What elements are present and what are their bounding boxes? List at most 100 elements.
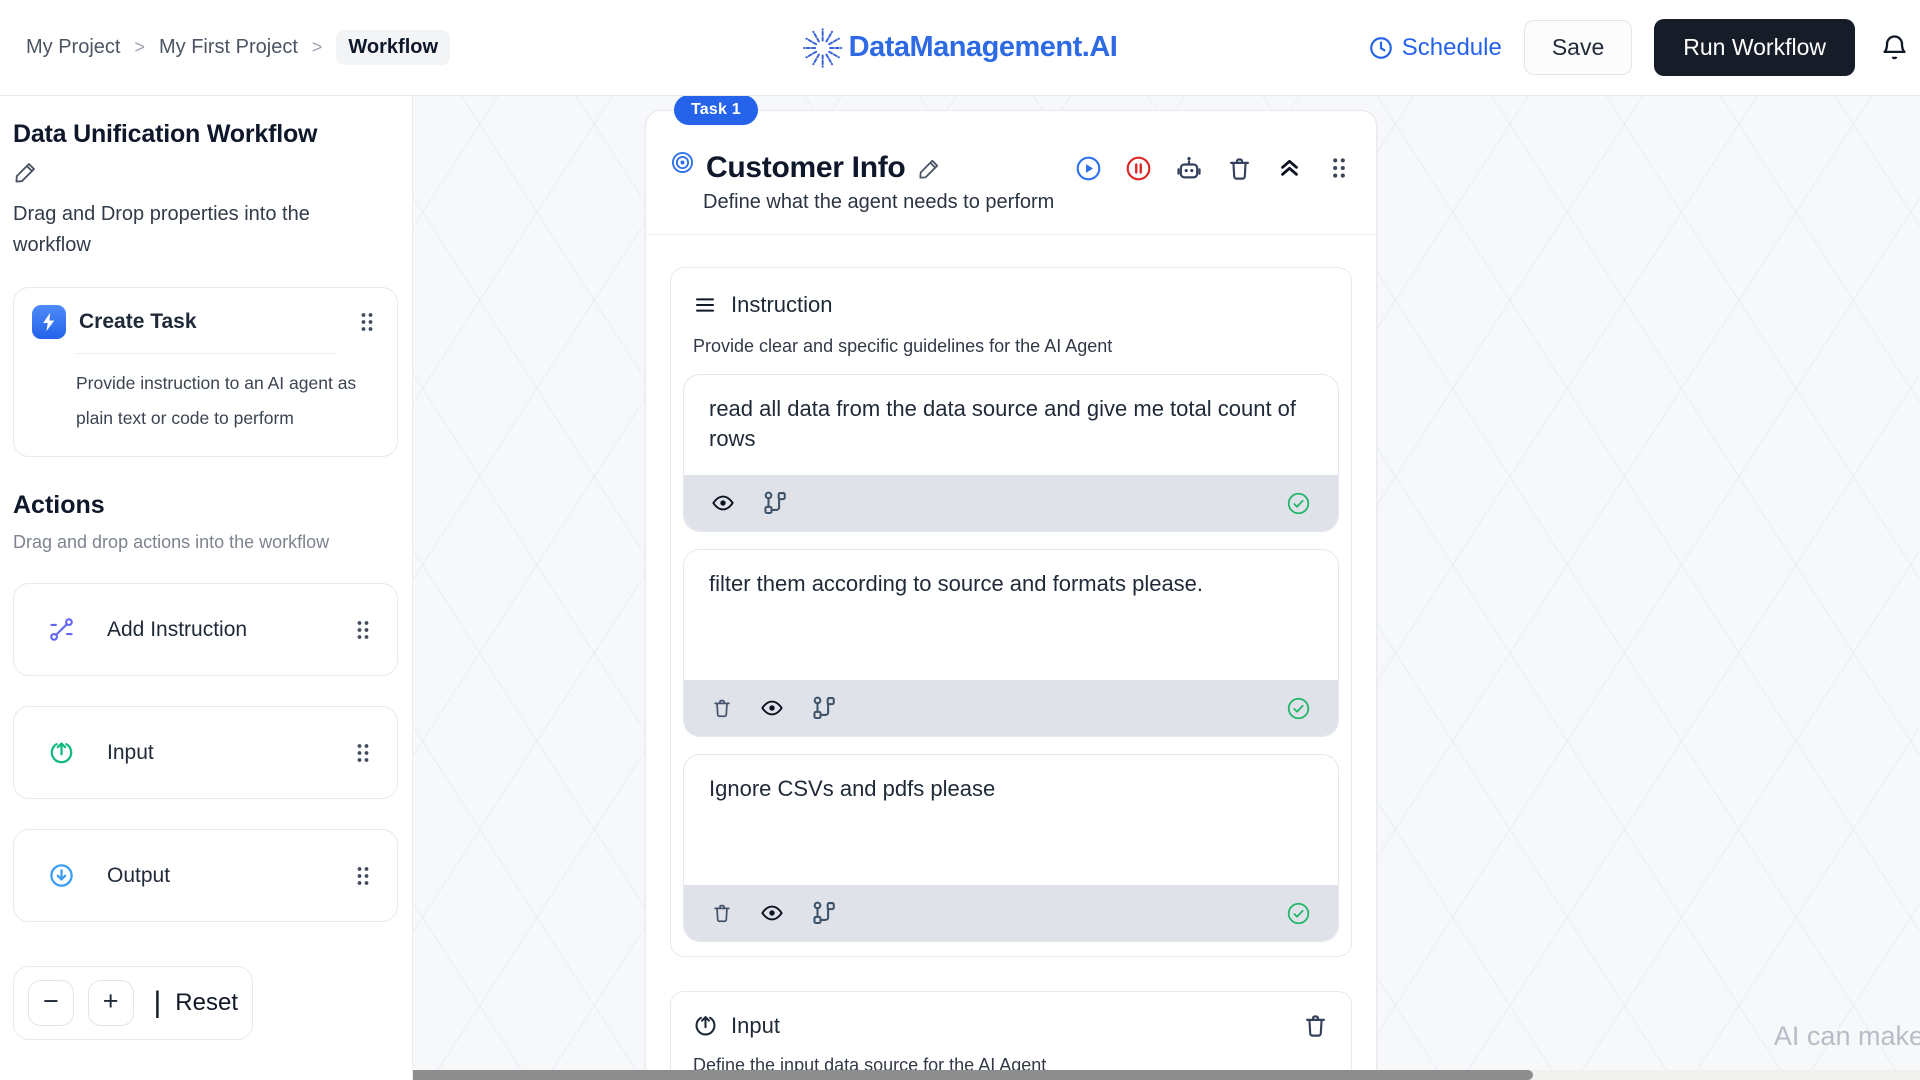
workflow-canvas[interactable]: Task 1 Customer Info Define what the age… <box>413 96 1920 1080</box>
delete-input-trash-icon[interactable] <box>1302 1012 1329 1039</box>
upload-circle-icon <box>693 1013 718 1038</box>
zap-icon <box>32 305 66 339</box>
drag-handle-icon[interactable] <box>351 741 375 765</box>
task-title: Customer Info <box>706 151 905 185</box>
instruction-item: Ignore CSVs and pdfs please <box>683 754 1339 942</box>
save-button[interactable]: Save <box>1524 20 1632 75</box>
trash-icon <box>1226 155 1253 182</box>
bell-icon[interactable] <box>1879 32 1910 63</box>
valid-check-badge <box>1286 491 1311 516</box>
schedule-label: Schedule <box>1402 34 1502 62</box>
workflow-title: Data Unification Workflow <box>13 120 398 149</box>
instruction-section: Instruction Provide clear and specific g… <box>670 267 1352 957</box>
task-drag-handle[interactable] <box>1326 155 1352 181</box>
logo-text: DataManagement.AI <box>849 31 1118 64</box>
horizontal-scrollbar-thumb[interactable] <box>413 1070 1533 1080</box>
actions-subtitle: Drag and drop actions into the workflow <box>13 532 398 553</box>
trash-icon-button[interactable] <box>711 902 733 924</box>
divider <box>646 234 1376 235</box>
agent-bot-button[interactable] <box>1175 154 1203 182</box>
play-icon <box>1075 155 1102 182</box>
pause-task-button[interactable] <box>1125 155 1152 182</box>
breadcrumb-separator: > <box>312 37 323 58</box>
create-task-label: Create Task <box>79 310 197 334</box>
instruction-text[interactable]: read all data from the data source and g… <box>684 375 1338 475</box>
task-card: Task 1 Customer Info Define what the age… <box>645 110 1377 1080</box>
preview-eye-button[interactable] <box>760 696 784 720</box>
instruction-item: filter them according to source and form… <box>683 549 1339 737</box>
breadcrumb: My Project > My First Project > Workflow <box>26 30 450 65</box>
ai-disclaimer-watermark: AI can make <box>1774 1021 1920 1052</box>
divider <box>76 353 335 354</box>
drag-handle-icon[interactable] <box>351 864 375 888</box>
breadcrumb-separator: > <box>134 37 145 58</box>
input-section: Input Define the input data source for t… <box>670 991 1352 1080</box>
download-circle-icon <box>48 862 75 889</box>
action-card-input[interactable]: Input <box>13 706 398 799</box>
valid-check-badge <box>1286 696 1311 721</box>
breadcrumb-my-project[interactable]: My Project <box>26 36 120 59</box>
branch-button[interactable] <box>762 490 788 516</box>
collapse-task-button[interactable] <box>1276 155 1303 182</box>
branch-button[interactable] <box>811 695 837 721</box>
zoom-controls: − + | Reset <box>13 966 253 1040</box>
horizontal-scrollbar-track[interactable] <box>413 1070 1920 1080</box>
edit-workflow-title-pencil-icon[interactable] <box>13 159 39 185</box>
create-task-card[interactable]: Create Task Provide instruction to an AI… <box>13 287 398 457</box>
preview-eye-button[interactable] <box>760 901 784 925</box>
eye-icon <box>760 901 784 925</box>
drag-handle-icon[interactable] <box>351 618 375 642</box>
run-workflow-button[interactable]: Run Workflow <box>1654 19 1855 76</box>
delete-task-button[interactable] <box>1226 155 1253 182</box>
bullseye-icon <box>670 150 695 175</box>
play-task-button[interactable] <box>1075 155 1102 182</box>
drag-handle-icon <box>1326 155 1352 181</box>
sidebar: Data Unification Workflow Drag and Drop … <box>0 96 413 1080</box>
instruction-section-label: Instruction <box>731 292 833 318</box>
task-badge: Task 1 <box>674 96 758 125</box>
app-logo: DataManagement.AI <box>803 28 1118 68</box>
eye-icon <box>711 491 735 515</box>
branch-button[interactable] <box>811 900 837 926</box>
drag-handle-icon[interactable] <box>355 310 379 334</box>
instruction-text[interactable]: filter them according to source and form… <box>684 550 1338 680</box>
check-circle-icon <box>1286 696 1311 721</box>
branch-icon <box>811 695 837 721</box>
breadcrumb-workflow[interactable]: Workflow <box>336 30 450 65</box>
clock-icon <box>1368 35 1394 61</box>
check-circle-icon <box>1286 901 1311 926</box>
instruction-item-toolbar <box>684 680 1338 736</box>
zoom-out-button[interactable]: − <box>28 980 74 1026</box>
instruction-item: read all data from the data source and g… <box>683 374 1339 532</box>
trash-icon <box>711 902 733 924</box>
eye-icon <box>760 696 784 720</box>
action-label: Add Instruction <box>107 618 247 642</box>
menu-icon[interactable] <box>693 293 717 317</box>
upload-circle-icon <box>48 739 75 766</box>
valid-check-badge <box>1286 901 1311 926</box>
zoom-divider: | <box>154 986 162 1020</box>
preview-eye-button[interactable] <box>711 491 735 515</box>
schedule-button[interactable]: Schedule <box>1368 34 1502 62</box>
branch-icon <box>762 490 788 516</box>
zoom-in-button[interactable]: + <box>88 980 134 1026</box>
pause-icon <box>1125 155 1152 182</box>
edit-task-title-pencil-icon[interactable] <box>917 156 942 181</box>
action-label: Input <box>107 741 154 765</box>
breadcrumb-my-first-project[interactable]: My First Project <box>159 36 298 59</box>
sidebar-subtitle: Drag and Drop properties into the workfl… <box>13 199 363 261</box>
instruction-hint: Provide clear and specific guidelines fo… <box>683 336 1339 357</box>
actions-title: Actions <box>13 491 398 520</box>
trash-icon-button[interactable] <box>711 697 733 719</box>
app-header: My Project > My First Project > Workflow… <box>0 0 1920 96</box>
action-card-output[interactable]: Output <box>13 829 398 922</box>
chevrons-up-icon <box>1276 155 1303 182</box>
instruction-text[interactable]: Ignore CSVs and pdfs please <box>684 755 1338 885</box>
branch-icon <box>811 900 837 926</box>
trash-icon <box>711 697 733 719</box>
create-task-description: Provide instruction to an AI agent as pl… <box>76 366 369 436</box>
robot-icon <box>1175 154 1203 182</box>
instruction-items: read all data from the data source and g… <box>683 374 1339 942</box>
action-card-add-instruction[interactable]: Add Instruction <box>13 583 398 676</box>
zoom-reset-button[interactable]: Reset <box>175 989 238 1017</box>
